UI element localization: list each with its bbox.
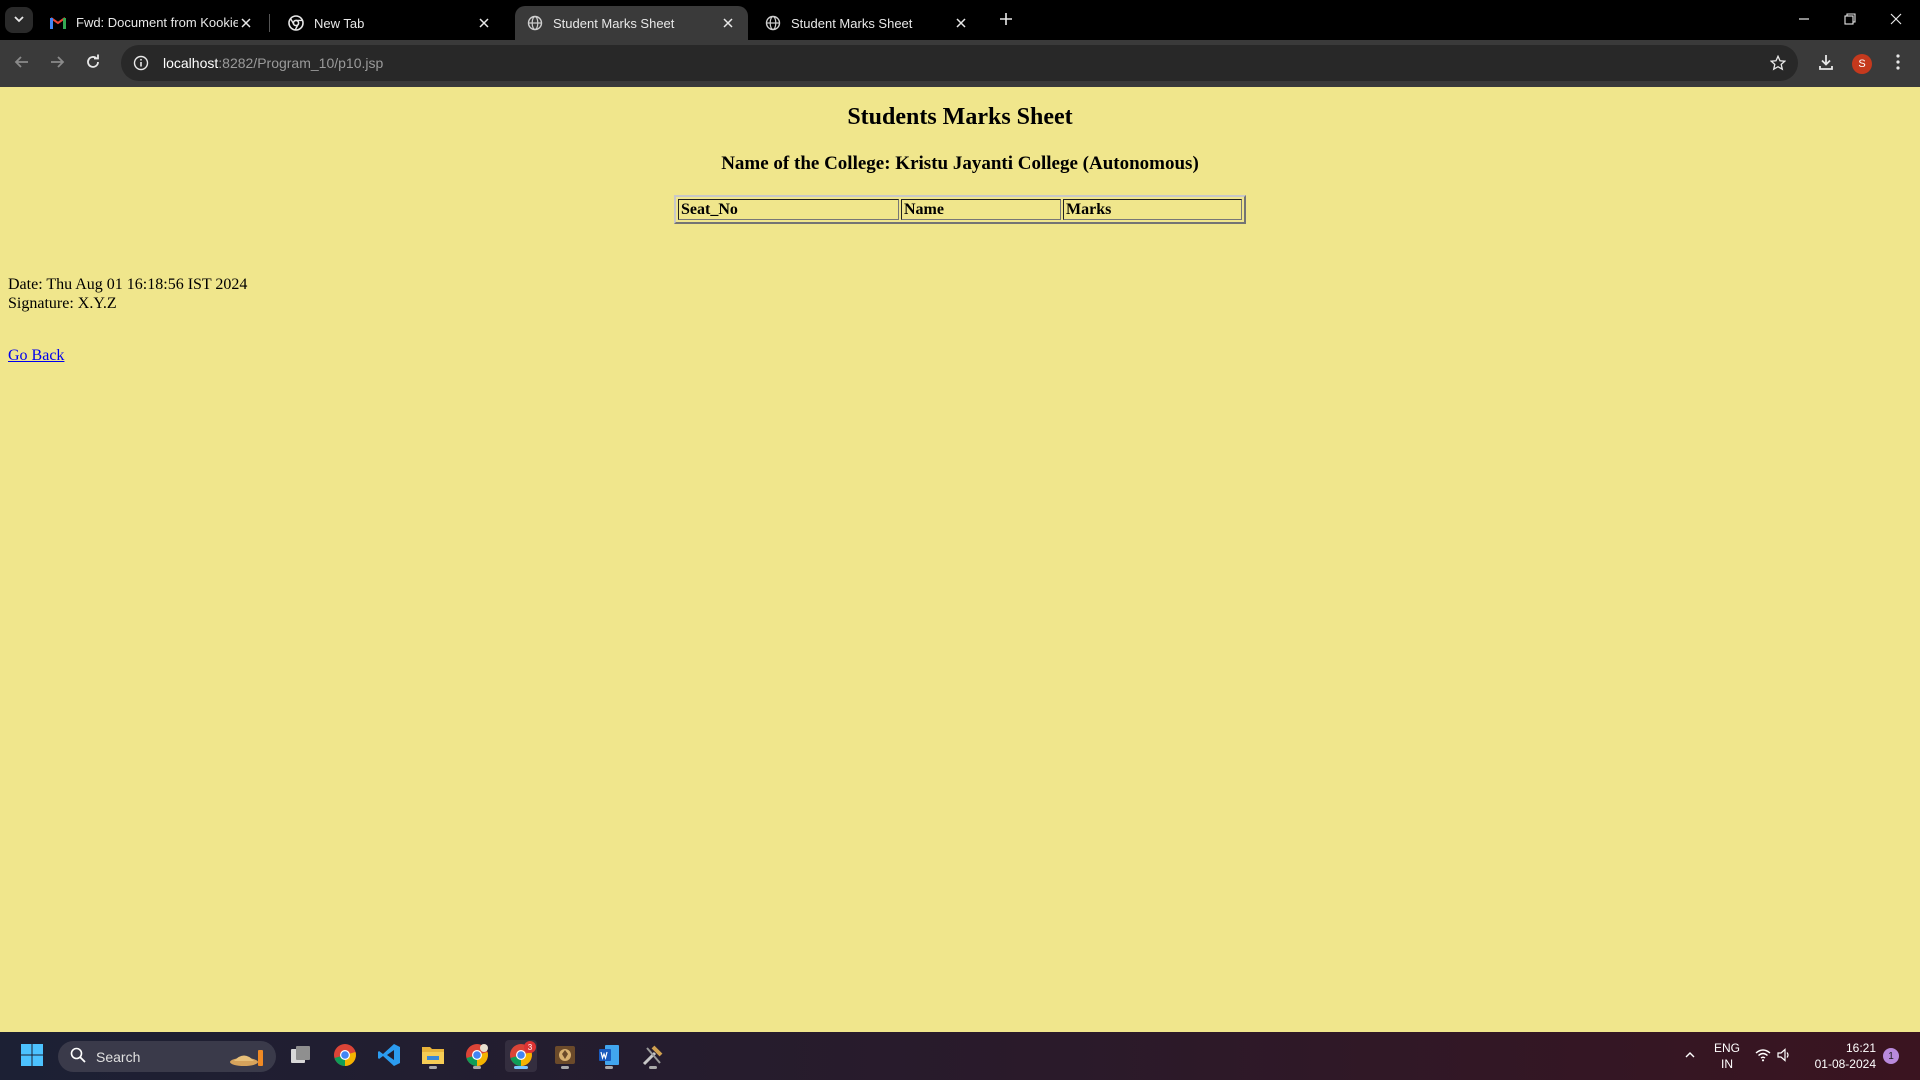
minimize-icon <box>1798 13 1810 28</box>
active-indicator <box>514 1066 528 1069</box>
close-window-button[interactable] <box>1873 0 1919 40</box>
search-highlight-icon <box>228 1046 268 1071</box>
tab-new-tab[interactable]: New Tab <box>276 6 504 40</box>
go-back-link[interactable]: Go Back <box>8 347 64 365</box>
show-hidden-icons-button[interactable] <box>1674 1040 1706 1072</box>
chrome-icon <box>333 1043 357 1070</box>
back-button[interactable] <box>9 51 35 77</box>
close-icon[interactable] <box>953 15 969 31</box>
taskbar-tool[interactable] <box>637 1040 669 1072</box>
site-info-icon[interactable] <box>131 53 151 73</box>
url-host: localhost <box>163 55 219 71</box>
table-header-row: Seat_No Name Marks <box>678 199 1242 220</box>
date-line: Date: Thu Aug 01 16:18:56 IST 2024 <box>8 276 248 293</box>
college-name: Name of the College: Kristu Jayanti Coll… <box>721 153 1199 174</box>
close-icon <box>1890 13 1902 28</box>
plus-icon <box>999 12 1013 29</box>
arrow-left-icon <box>14 54 30 75</box>
tab-title: Student Marks Sheet <box>791 15 913 31</box>
clock-date: 01-08-2024 <box>1814 1057 1876 1071</box>
chrome-icon <box>288 15 304 31</box>
restore-button[interactable] <box>1827 0 1873 40</box>
running-indicator <box>429 1066 437 1069</box>
menu-button[interactable] <box>1885 51 1911 77</box>
browser-toolbar: localhost:8282/Program_10/p10.jsp S <box>0 40 1920 87</box>
taskbar-chrome-active[interactable]: 3 <box>505 1040 537 1072</box>
minimize-button[interactable] <box>1781 0 1827 40</box>
taskbar-chrome-profile[interactable] <box>461 1040 493 1072</box>
start-button[interactable] <box>16 1040 48 1072</box>
tab-title: New Tab <box>314 15 365 31</box>
notification-badge[interactable]: 1 <box>1883 1048 1899 1064</box>
chevron-down-icon <box>13 13 25 28</box>
avatar: S <box>1852 54 1872 74</box>
region-code: IN <box>1721 1057 1733 1071</box>
gmail-icon <box>50 15 66 31</box>
tab-student-marks-sheet[interactable]: Student Marks Sheet <box>753 6 981 40</box>
downloads-button[interactable] <box>1813 51 1839 77</box>
running-indicator <box>561 1066 569 1069</box>
windows-logo-icon <box>20 1043 44 1070</box>
page-title: Students Marks Sheet <box>847 104 1073 130</box>
signature-line: Signature: X.Y.Z <box>8 295 117 312</box>
bookmark-star-icon[interactable] <box>1768 53 1788 73</box>
page-content: Students Marks Sheet Name of the College… <box>0 87 1920 1032</box>
clock-time: 16:21 <box>1845 1041 1876 1055</box>
tab-student-marks-sheet-active[interactable]: Student Marks Sheet <box>515 6 748 40</box>
reload-icon <box>85 54 101 75</box>
network-volume-button[interactable] <box>1749 1040 1797 1072</box>
language-indicator[interactable]: ENG IN <box>1707 1040 1747 1072</box>
profile-button[interactable]: S <box>1849 51 1875 77</box>
tab-search-button[interactable] <box>5 7 33 33</box>
address-bar[interactable]: localhost:8282/Program_10/p10.jsp <box>121 45 1798 81</box>
language-code: ENG <box>1713 1041 1740 1055</box>
running-indicator <box>649 1066 657 1069</box>
tab-gmail[interactable]: Fwd: Document from Kookie❤️ <box>38 6 266 40</box>
tab-title: Student Marks Sheet <box>553 15 675 31</box>
forward-button[interactable] <box>44 51 70 77</box>
tab-title: Fwd: Document from Kookie❤️ <box>76 15 238 30</box>
volume-icon <box>1777 1047 1791 1065</box>
footer-info: Date: Thu Aug 01 16:18:56 IST 2024 Signa… <box>8 275 247 313</box>
search-label: Search <box>96 1048 141 1065</box>
close-icon[interactable] <box>476 15 492 31</box>
taskbar-app[interactable] <box>549 1040 581 1072</box>
globe-icon <box>527 15 543 31</box>
column-header-seat-no: Seat_No <box>678 199 899 220</box>
kebab-menu-icon <box>1896 53 1900 75</box>
vscode-icon <box>377 1043 401 1070</box>
taskbar-file-explorer[interactable] <box>417 1040 449 1072</box>
close-icon[interactable] <box>238 15 254 31</box>
close-icon[interactable] <box>720 15 736 31</box>
task-view-button[interactable] <box>285 1040 317 1072</box>
running-indicator <box>605 1066 613 1069</box>
taskbar-word[interactable] <box>593 1040 625 1072</box>
download-icon <box>1817 53 1835 76</box>
restore-icon <box>1844 12 1856 28</box>
arrow-right-icon <box>49 54 65 75</box>
marks-table: Seat_No Name Marks <box>674 195 1246 224</box>
new-tab-button[interactable] <box>995 9 1017 31</box>
clock[interactable]: 16:21 01-08-2024 <box>1804 1040 1876 1072</box>
globe-icon <box>765 15 781 31</box>
reload-button[interactable] <box>80 51 106 77</box>
url-path: :8282/Program_10/p10.jsp <box>218 55 384 71</box>
search-icon <box>70 1047 86 1066</box>
windows-taskbar: Search 3 ENG IN 16:21 01-08-2024 1 <box>0 1032 1920 1080</box>
column-header-name: Name <box>901 199 1061 220</box>
tab-separator <box>269 14 270 32</box>
folder-icon <box>421 1044 445 1069</box>
taskbar-chrome[interactable] <box>329 1040 361 1072</box>
running-indicator <box>473 1066 481 1069</box>
chevron-up-icon <box>1684 1049 1696 1064</box>
wifi-icon <box>1755 1048 1771 1065</box>
chrome-badge: 3 <box>524 1041 536 1053</box>
column-header-marks: Marks <box>1063 199 1242 220</box>
tab-strip: Fwd: Document from Kookie❤️ New Tab Stud… <box>0 0 1920 40</box>
taskbar-vscode[interactable] <box>373 1040 405 1072</box>
task-view-icon <box>290 1045 312 1068</box>
taskbar-search[interactable]: Search <box>58 1041 276 1072</box>
